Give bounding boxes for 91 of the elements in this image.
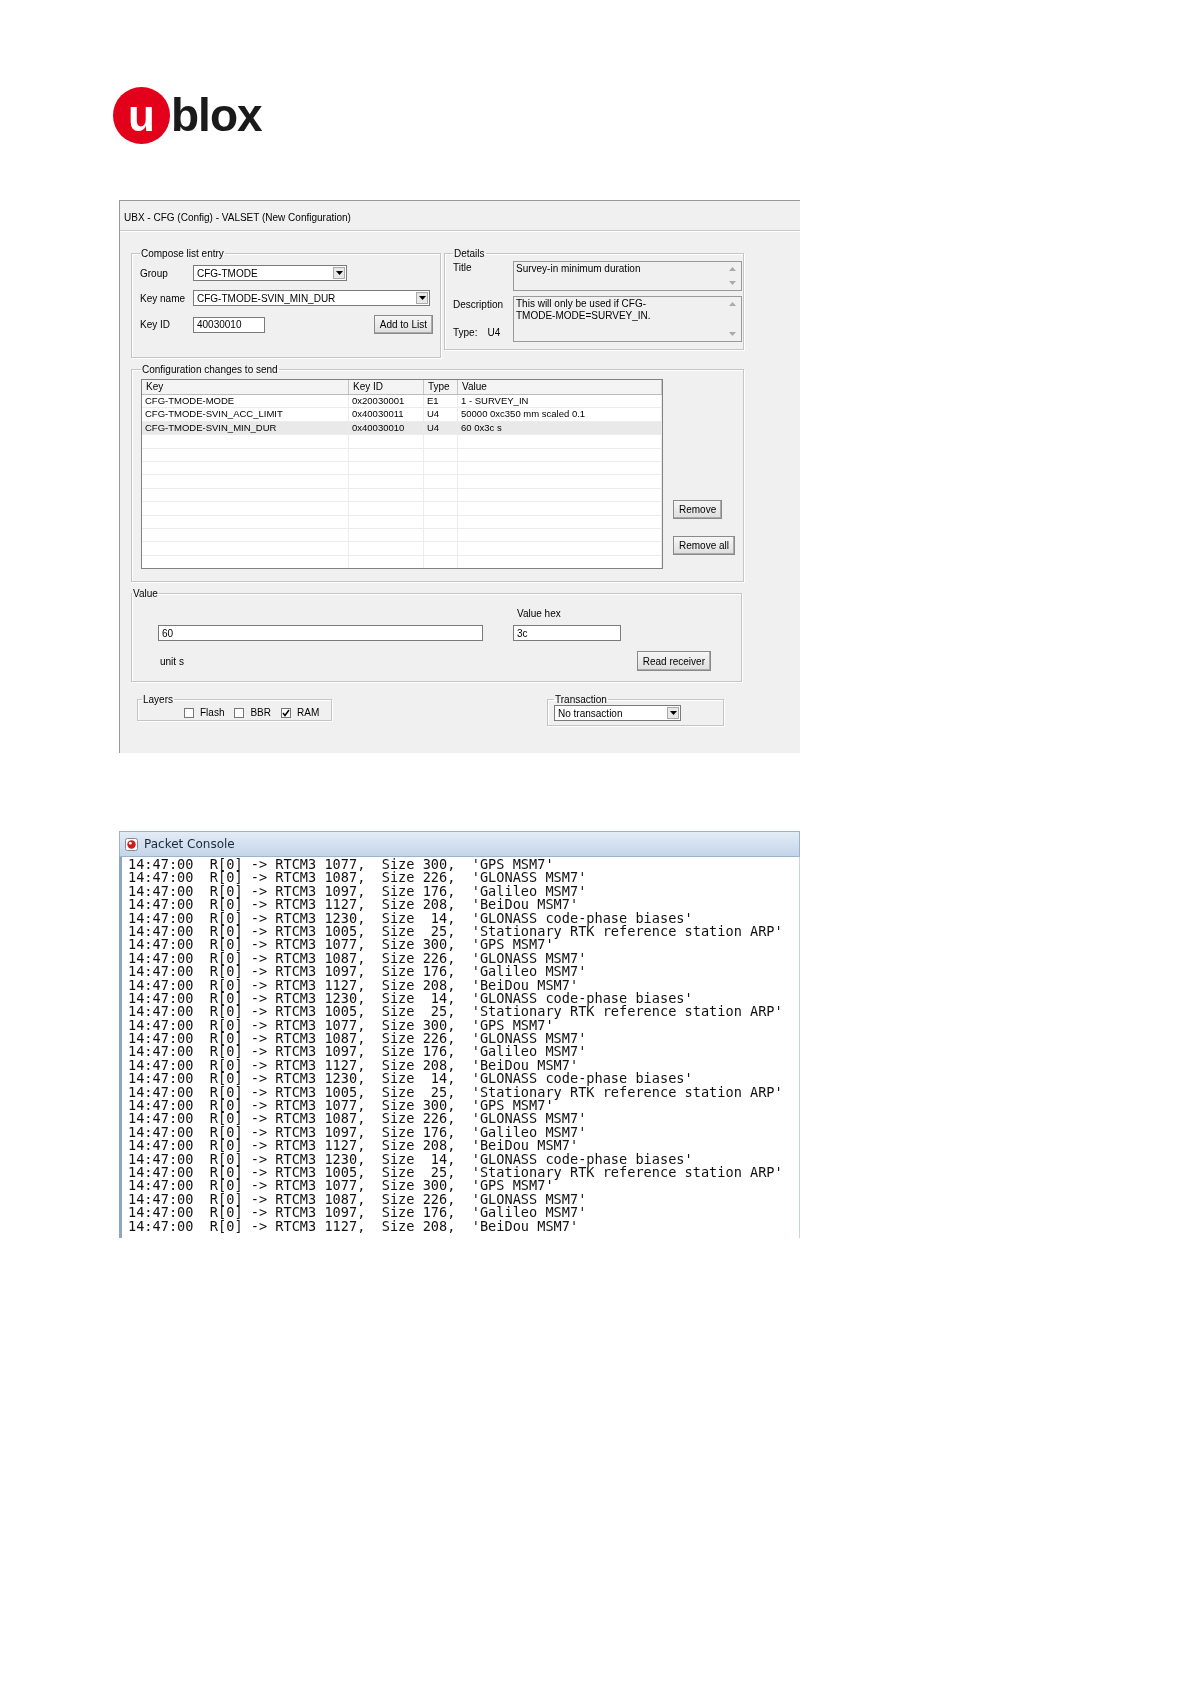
- table-cell: CFG-TMODE-MODE: [142, 395, 349, 408]
- console-line: 14:47:00 R[0] -> RTCM3 1077, Size 300, 'GPS MSM7': [128, 1099, 554, 1113]
- console-line: 14:47:00 R[0] -> RTCM3 1127, Size 208, 'BeiDou MSM7': [128, 978, 579, 992]
- scroll-down-icon[interactable]: [729, 332, 736, 336]
- unit-label: unit s: [160, 655, 184, 667]
- console-line: 14:47:00 R[0] -> RTCM3 1127, Size 208, 'BeiDou MSM7': [128, 1139, 579, 1153]
- console-line: 14:47:00 R[0] -> RTCM3 1005, Size 25, 'Stationary RTK reference station ARP': [128, 1085, 784, 1100]
- logo-badge: u: [113, 86, 170, 144]
- table-cell: E1: [424, 395, 458, 408]
- value-hex-field[interactable]: 3c: [513, 625, 621, 641]
- read-receiver-button[interactable]: Read receiver: [636, 651, 711, 671]
- console-line: 14:47:00 R[0] -> RTCM3 1230, Size 14, 'GLONASS code-phase biases': [128, 991, 693, 1006]
- group-label: Transaction: [554, 694, 608, 705]
- check-icon: [282, 708, 290, 717]
- console-line: 14:47:00 R[0] -> RTCM3 1097, Size 176, 'Galileo MSM7': [128, 1206, 588, 1220]
- scroll-up-icon[interactable]: [729, 267, 736, 271]
- key-name-dropdown[interactable]: CFG-TMODE-SVIN_MIN_DUR: [193, 290, 430, 306]
- console-line: 14:47:00 R[0] -> RTCM3 1127, Size 208, 'BeiDou MSM7': [128, 1058, 579, 1073]
- field-label: Title: [453, 261, 473, 275]
- field-label: Value hex: [517, 608, 561, 619]
- console-line: 14:47:00 R[0] -> RTCM3 1087, Size 226, 'GLONASS MSM7': [128, 1192, 588, 1207]
- console-line: 14:47:00 R[0] -> RTCM3 1077, Size 300, 'GPS MSM7': [128, 858, 555, 872]
- value-field[interactable]: 60: [158, 625, 483, 641]
- console-line: 14:47:00 R[0] -> RTCM3 1077, Size 300, 'GPS MSM7': [128, 1018, 554, 1033]
- column-header[interactable]: Key ID: [349, 380, 424, 394]
- table-cell: 60 0x3c s: [458, 421, 662, 435]
- console-line: 14:47:00 R[0] -> RTCM3 1097, Size 176, 'Galileo MSM7': [128, 965, 588, 979]
- caret-icon: [418, 296, 426, 300]
- type-label: Type:: [453, 327, 478, 338]
- app-icon: [125, 837, 138, 851]
- group-label: Value: [132, 588, 159, 599]
- checkbox[interactable]: [184, 707, 194, 718]
- table-cell: 50000 0xc350 mm scaled 0.1: [458, 408, 662, 421]
- table-cell: 0x40030010: [349, 421, 424, 435]
- console-line: 14:47:00 R[0] -> RTCM3 1230, Size 14, 'GLONASS code-phase biases': [128, 1072, 693, 1086]
- logo-wordmark: blox: [171, 88, 262, 142]
- checkbox[interactable]: [234, 707, 245, 718]
- remove-all-button[interactable]: Remove all: [672, 536, 735, 555]
- scroll-down-icon[interactable]: [729, 281, 736, 285]
- console-line: 14:47:00 R[0] -> RTCM3 1087, Size 226, 'GLONASS MSM7': [128, 951, 588, 966]
- console-line: 14:47:00 R[0] -> RTCM3 1097, Size 176, 'Galileo MSM7': [128, 1125, 588, 1140]
- table-cell: U4: [424, 421, 458, 435]
- table-cell: 1 - SURVEY_IN: [458, 395, 662, 408]
- console-line: 14:47:00 R[0] -> RTCM3 1005, Size 25, 'Stationary RTK reference station ARP': [128, 1005, 784, 1019]
- column-header[interactable]: Value: [458, 380, 662, 394]
- transaction-dropdown[interactable]: No transaction: [554, 705, 681, 721]
- type-value: U4: [487, 327, 501, 338]
- group-dropdown[interactable]: CFG-TMODE: [193, 265, 347, 281]
- field-label: Key ID: [140, 319, 171, 330]
- console-line: 14:47:00 R[0] -> RTCM3 1230, Size 14, 'GLONASS code-phase biases': [128, 911, 693, 925]
- console-line: 14:47:00 R[0] -> RTCM3 1087, Size 226, 'GLONASS MSM7': [128, 1032, 588, 1046]
- checkbox-label: RAM: [297, 707, 320, 718]
- checkbox[interactable]: [281, 707, 291, 718]
- console-line: 14:47:00 R[0] -> RTCM3 1087, Size 226, 'GLONASS MSM7': [128, 1112, 588, 1126]
- group-label: Compose list entry: [140, 248, 225, 259]
- table-cell: CFG-TMODE-SVIN_MIN_DUR: [142, 421, 349, 435]
- table-row[interactable]: CFG-TMODE-MODE 0x20030001 E1 1 - SURVEY_IN: [142, 395, 662, 409]
- field-label: Key name: [140, 292, 187, 304]
- console-line: 14:47:00 R[0] -> RTCM3 1005, Size 25, 'Stationary RTK reference station ARP': [128, 1166, 784, 1180]
- console-line: 14:47:00 R[0] -> RTCM3 1127, Size 208, 'BeiDou MSM7': [128, 898, 579, 912]
- column-header[interactable]: Type: [424, 380, 458, 394]
- window-title: UBX - CFG (Config) - VALSET (New Configuration): [124, 212, 351, 223]
- add-to-list-button[interactable]: Add to List: [373, 315, 433, 334]
- group-label: Configuration changes to send: [141, 364, 279, 375]
- window-title: Packet Console: [144, 837, 235, 851]
- field-label: Description: [453, 299, 505, 310]
- table-cell: U4: [424, 408, 458, 421]
- console-line: 14:47:00 R[0] -> RTCM3 1077, Size 300, 'GPS MSM7': [128, 1179, 554, 1193]
- table-cell: CFG-TMODE-SVIN_ACC_LIMIT: [142, 408, 349, 421]
- group-label: Details: [453, 248, 486, 259]
- console-line: 14:47:00 R[0] -> RTCM3 1127, Size 208, 'BeiDou MSM7': [128, 1219, 580, 1233]
- title-field[interactable]: Survey-in minimum duration: [513, 261, 742, 291]
- checkbox-label: Flash: [200, 707, 225, 718]
- console-line: 14:47:00 R[0] -> RTCM3 1230, Size 14, 'GLONASS code-phase biases': [128, 1152, 693, 1166]
- group-label: Layers: [142, 694, 174, 705]
- caret-icon: [335, 271, 343, 275]
- field-label: Group: [140, 267, 169, 279]
- console-line: 14:47:00 R[0] -> RTCM3 1097, Size 176, 'Galileo MSM7': [128, 884, 588, 899]
- caret-icon: [669, 711, 677, 715]
- description-field[interactable]: This will only be used if CFG-TMODE-MODE=SURVEY_IN.: [513, 296, 742, 342]
- table-cell: 0x20030001: [349, 395, 424, 408]
- console-line: 14:47:00 R[0] -> RTCM3 1087, Size 226, 'GLONASS MSM7': [128, 871, 588, 885]
- checkbox-label: BBR: [250, 707, 271, 718]
- remove-button[interactable]: Remove: [672, 500, 723, 519]
- table-row[interactable]: CFG-TMODE-SVIN_ACC_LIMIT 0x40030011 U4 50000 0xc350 mm scaled 0.1: [142, 408, 662, 422]
- table-cell: 0x40030011: [349, 408, 424, 421]
- key-id-field[interactable]: 40030010: [193, 316, 265, 333]
- column-header[interactable]: Key: [142, 380, 349, 394]
- scroll-up-icon[interactable]: [729, 302, 736, 306]
- console-line: 14:47:00 R[0] -> RTCM3 1077, Size 300, 'GPS MSM7': [128, 938, 554, 952]
- console-line: 14:47:00 R[0] -> RTCM3 1097, Size 176, 'Galileo MSM7': [128, 1045, 588, 1059]
